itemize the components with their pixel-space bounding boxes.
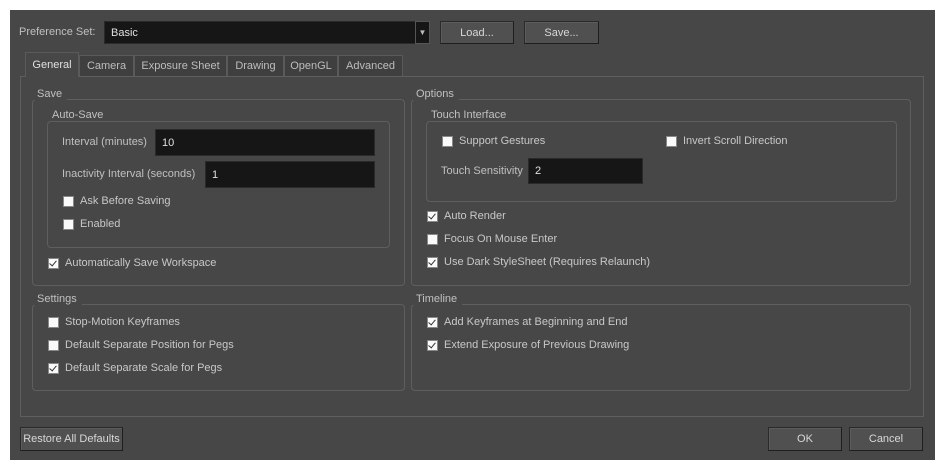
touch-interface-title: Touch Interface — [426, 109, 512, 121]
save-group-title: Save — [32, 88, 68, 100]
tab-drawing[interactable]: Drawing — [227, 55, 284, 76]
save-workspace-checkbox[interactable]: Automatically Save Workspace — [48, 257, 216, 269]
options-group-title: Options — [411, 88, 459, 100]
tab-exposure-sheet[interactable]: Exposure Sheet — [134, 55, 227, 76]
timeline-group-title: Timeline — [411, 293, 463, 305]
cancel-button[interactable]: Cancel — [849, 427, 923, 451]
touch-sensitivity-label: Touch Sensitivity — [441, 165, 523, 177]
touch-interface-group — [426, 121, 897, 202]
add-keyframes-checkbox[interactable]: Add Keyframes at Beginning and End — [427, 316, 627, 328]
tab-camera[interactable]: Camera — [79, 55, 134, 76]
tab-general[interactable]: General — [25, 52, 79, 77]
inactivity-label: Inactivity Interval (seconds) — [62, 168, 196, 180]
invert-scroll-checkbox[interactable]: Invert Scroll Direction — [666, 135, 788, 147]
restore-defaults-button[interactable]: Restore All Defaults — [20, 427, 123, 451]
dark-stylesheet-checkbox[interactable]: Use Dark StyleSheet (Requires Relaunch) — [427, 256, 650, 268]
save-button[interactable]: Save... — [524, 21, 599, 44]
preference-set-combo[interactable]: Basic — [104, 21, 416, 44]
tab-opengl[interactable]: OpenGL — [284, 55, 338, 76]
interval-label: Interval (minutes) — [62, 136, 147, 148]
ok-button[interactable]: OK — [768, 427, 842, 451]
focus-on-mouse-enter-checkbox[interactable]: Focus On Mouse Enter — [427, 233, 557, 245]
extend-exposure-checkbox[interactable]: Extend Exposure of Previous Drawing — [427, 339, 629, 351]
inactivity-input[interactable]: 1 — [205, 161, 375, 188]
ask-before-saving-checkbox[interactable]: Ask Before Saving — [63, 195, 171, 207]
enabled-checkbox[interactable]: Enabled — [63, 218, 120, 230]
support-gestures-checkbox[interactable]: Support Gestures — [442, 135, 545, 147]
autosave-group-title: Auto-Save — [47, 109, 109, 121]
preference-set-label: Preference Set: — [19, 26, 96, 38]
settings-group-title: Settings — [32, 293, 82, 305]
touch-sensitivity-input[interactable]: 2 — [528, 158, 643, 184]
stop-motion-keyframes-checkbox[interactable]: Stop-Motion Keyframes — [48, 316, 180, 328]
separate-position-checkbox[interactable]: Default Separate Position for Pegs — [48, 339, 234, 351]
chevron-down-icon[interactable]: ▼ — [415, 21, 430, 44]
tab-advanced[interactable]: Advanced — [338, 55, 403, 76]
auto-render-checkbox[interactable]: Auto Render — [427, 210, 506, 222]
interval-input[interactable]: 10 — [155, 129, 375, 156]
separate-scale-checkbox[interactable]: Default Separate Scale for Pegs — [48, 362, 222, 374]
load-button[interactable]: Load... — [440, 21, 514, 44]
